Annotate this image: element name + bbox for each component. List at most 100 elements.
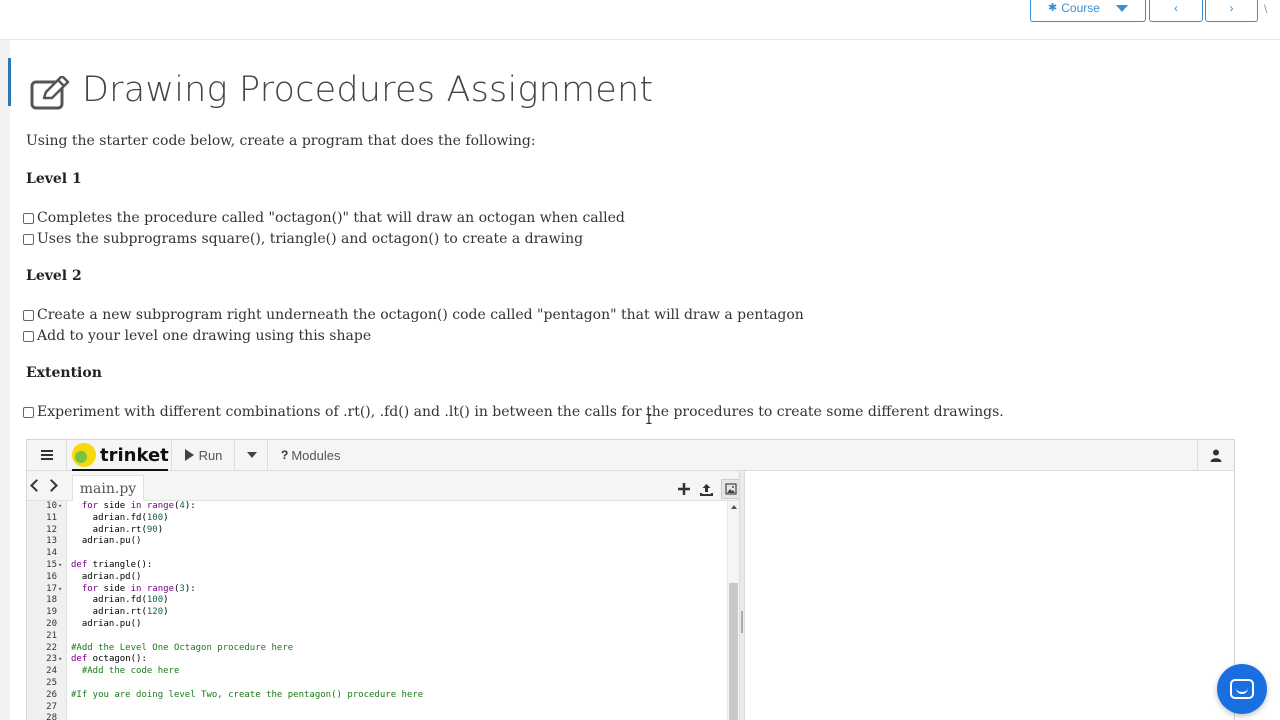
chevron-right-icon[interactable] xyxy=(45,479,58,492)
code-text: adrian.rt(120) xyxy=(71,607,169,618)
code-text: adrian.fd(100) xyxy=(71,595,169,606)
upload-icon[interactable] xyxy=(698,481,715,497)
code-line[interactable]: 27 xyxy=(27,701,727,713)
code-line[interactable]: 18 adrian.fd(100) xyxy=(27,594,727,606)
line-number: 13 xyxy=(46,536,57,547)
play-icon xyxy=(184,449,194,461)
scrollbar-thumb[interactable] xyxy=(729,583,738,720)
code-line[interactable]: 11 adrian.fd(100) xyxy=(27,512,727,524)
checkbox[interactable] xyxy=(23,406,34,418)
checkbox[interactable] xyxy=(23,309,34,321)
top-bar: ✱ Course ‹ › \ xyxy=(0,0,1280,40)
fold-arrow-icon[interactable]: ▾ xyxy=(58,583,62,595)
output-pane xyxy=(746,471,1234,720)
left-strip xyxy=(0,0,10,720)
fold-arrow-icon[interactable]: ▾ xyxy=(58,559,62,571)
code-text: def triangle(): xyxy=(71,560,153,570)
user-icon xyxy=(1210,449,1222,462)
checkbox[interactable] xyxy=(23,330,34,342)
next-button[interactable]: › xyxy=(1205,0,1258,22)
trinket-logo[interactable]: trinket xyxy=(68,440,172,470)
code-line[interactable]: 13 adrian.pu() xyxy=(27,535,727,547)
checklist-item[interactable]: Experiment with different combinations o… xyxy=(22,404,1004,420)
checklist-item[interactable]: Completes the procedure called "octagon(… xyxy=(22,210,625,226)
line-number: 23 xyxy=(46,654,57,665)
line-number: 22 xyxy=(46,642,57,653)
line-number: 17 xyxy=(46,583,57,594)
code-text: adrian.pu() xyxy=(71,536,142,547)
code-line[interactable]: 14 xyxy=(27,547,727,559)
run-button[interactable]: Run xyxy=(173,440,235,470)
code-line[interactable]: 26 #If you are doing level Two, create th… xyxy=(27,689,727,701)
code-line[interactable]: 17 ▾ for side in range(3): xyxy=(27,583,727,595)
extension-heading: Extention xyxy=(26,365,102,381)
trinket-logo-text: trinket xyxy=(100,444,169,466)
code-text: adrian.rt(90) xyxy=(71,524,164,535)
scroll-up-icon[interactable] xyxy=(731,505,737,509)
code-line[interactable]: 20 adrian.pu() xyxy=(27,618,727,630)
code-line[interactable]: 22 #Add the Level One Octagon procedure h… xyxy=(27,642,727,654)
image-icon[interactable] xyxy=(721,479,741,499)
chevron-right-icon: › xyxy=(1229,0,1234,15)
code-line[interactable]: 16 adrian.pd() xyxy=(27,571,727,583)
code-text: adrian.pu() xyxy=(71,619,142,629)
tab-main-py[interactable]: main.py xyxy=(72,475,144,501)
line-number: 24 xyxy=(46,666,57,677)
checklist-item-label: Add to your level one drawing using this… xyxy=(37,328,372,344)
file-tab-bar: main.py xyxy=(27,471,741,501)
left-accent-bar xyxy=(8,58,11,106)
chevron-left-icon: ‹ xyxy=(1174,0,1178,15)
code-text: #If you are doing level Two, create the … xyxy=(71,689,424,700)
code-text: for side in range(3): xyxy=(81,583,196,594)
edge-mark: \ xyxy=(1264,2,1268,16)
code-editor[interactable]: 10 ▾ for side in range(4): 11 adrian.fd(10… xyxy=(27,501,739,720)
question-icon: ? xyxy=(281,448,289,462)
caret-down-icon xyxy=(1115,5,1128,12)
line-number: 11 xyxy=(46,512,57,523)
checkbox[interactable] xyxy=(23,212,34,224)
checklist-item-label: Completes the procedure called "octagon(… xyxy=(37,210,625,226)
checklist-item-label: Uses the subprograms square(), triangle(… xyxy=(37,231,584,247)
run-options-dropdown[interactable] xyxy=(236,440,268,470)
user-button[interactable] xyxy=(1197,440,1234,470)
code-line[interactable]: 25 xyxy=(27,677,727,689)
checklist-item[interactable]: Uses the subprograms square(), triangle(… xyxy=(22,231,583,247)
code-line[interactable]: 15 ▾ def triangle(): xyxy=(27,559,727,571)
menu-button[interactable] xyxy=(27,440,67,470)
checklist-item[interactable]: Add to your level one drawing using this… xyxy=(22,328,371,344)
code-text: adrian.fd(100) xyxy=(71,512,169,523)
code-line[interactable]: 12 adrian.rt(90) xyxy=(27,524,727,536)
fold-arrow-icon[interactable]: ▾ xyxy=(58,501,62,512)
chevron-left-icon[interactable] xyxy=(30,479,43,492)
code-line[interactable]: 19 adrian.rt(120) xyxy=(27,606,727,618)
checklist-item[interactable]: Create a new subprogram right underneath… xyxy=(22,307,804,323)
line-number: 25 xyxy=(46,678,57,688)
course-button[interactable]: ✱ Course xyxy=(1030,0,1146,22)
checklist-item-label: Experiment with different combinations o… xyxy=(37,404,1004,420)
line-number: 27 xyxy=(46,701,57,712)
gear-icon: ✱ xyxy=(1048,2,1058,14)
modules-button[interactable]: ? Modules xyxy=(281,440,340,470)
code-text: adrian.pd() xyxy=(71,571,142,582)
pane-splitter[interactable] xyxy=(739,471,745,720)
line-number: 12 xyxy=(46,524,57,535)
code-line[interactable]: 23 ▾ def octagon(): xyxy=(27,653,727,665)
checklist-item-label: Create a new subprogram right underneath… xyxy=(37,307,804,323)
add-file-icon[interactable] xyxy=(675,481,692,497)
code-line[interactable]: 28 xyxy=(27,712,727,720)
code-text: for side in range(4): xyxy=(81,501,196,511)
prev-button[interactable]: ‹ xyxy=(1149,0,1203,22)
code-text: #Add the Level One Octagon procedure her… xyxy=(71,642,294,653)
line-number: 14 xyxy=(46,548,57,559)
code-line[interactable]: 10 ▾ for side in range(4): xyxy=(27,501,727,512)
chat-icon xyxy=(1230,679,1254,699)
line-number: 15 xyxy=(46,560,57,570)
editor-scrollbar[interactable] xyxy=(727,501,739,720)
checkbox[interactable] xyxy=(23,233,34,245)
intro-text: Using the starter code below, create a p… xyxy=(26,133,536,149)
fold-arrow-icon[interactable]: ▾ xyxy=(58,653,62,665)
chat-button[interactable] xyxy=(1217,664,1267,714)
edit-icon xyxy=(30,76,70,110)
code-line[interactable]: 24 #Add the code here xyxy=(27,665,727,677)
code-line[interactable]: 21 xyxy=(27,630,727,642)
